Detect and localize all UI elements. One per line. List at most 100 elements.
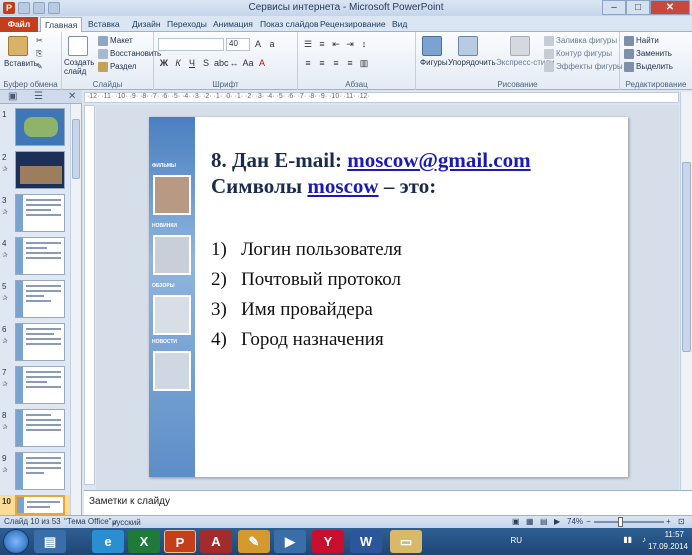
font-color-icon[interactable]: A xyxy=(256,57,268,69)
slide-thumbnail[interactable]: 2 ✰ xyxy=(0,151,70,193)
powerpoint-taskbar-icon[interactable]: P xyxy=(164,530,196,553)
char-spacing-icon[interactable]: ↔ xyxy=(228,57,240,69)
slides-tab-icon[interactable]: ▣ xyxy=(8,91,17,102)
paste-icon[interactable] xyxy=(8,36,28,56)
bold-icon[interactable]: Ж xyxy=(158,57,170,69)
slide-title[interactable]: 8. Дан E-mail: moscow@gmail.com Символы … xyxy=(211,147,621,199)
zoom-in-icon[interactable]: + xyxy=(666,517,671,526)
tab-view[interactable]: Вид xyxy=(388,17,411,32)
font-name-dropdown[interactable] xyxy=(158,38,224,51)
section-button[interactable]: Раздел xyxy=(98,62,136,72)
shadow-icon[interactable]: S xyxy=(200,57,212,69)
align-right-icon[interactable]: ≡ xyxy=(330,57,342,69)
tab-slideshow[interactable]: Показ слайдов xyxy=(256,17,323,32)
align-center-icon[interactable]: ≡ xyxy=(316,57,328,69)
file-explorer-icon[interactable]: ▤ xyxy=(34,530,66,553)
slide-thumbnail[interactable]: 1 xyxy=(0,108,70,150)
tab-home[interactable]: Главная xyxy=(40,17,83,32)
columns-icon[interactable]: ▥ xyxy=(358,57,370,69)
clock-time[interactable]: 11:57 xyxy=(665,530,684,539)
new-slide-icon[interactable] xyxy=(68,36,88,56)
input-language[interactable]: RU xyxy=(510,536,522,545)
copy-icon[interactable]: ⎘ xyxy=(36,49,42,59)
slide-thumbnail[interactable]: 4 ✰ xyxy=(0,237,70,279)
paste-button[interactable]: Вставить xyxy=(4,59,38,68)
tab-insert[interactable]: Вставка xyxy=(84,17,124,32)
italic-icon[interactable]: К xyxy=(172,57,184,69)
clock-date[interactable]: 17.09.2014 xyxy=(648,542,688,551)
slide-thumbnail[interactable]: 9 ✰ xyxy=(0,452,70,494)
zoom-slider[interactable] xyxy=(594,521,664,523)
zoom-slider-knob[interactable] xyxy=(618,517,623,527)
tab-animations[interactable]: Анимация xyxy=(209,17,257,32)
tab-transitions[interactable]: Переходы xyxy=(163,17,211,32)
arrange-icon[interactable] xyxy=(458,36,478,56)
shrink-font-icon[interactable]: a xyxy=(266,38,278,50)
reading-view-icon[interactable]: ▤ xyxy=(540,517,548,526)
access-icon[interactable]: A xyxy=(200,530,232,553)
fit-slide-icon[interactable]: ⊡ xyxy=(678,517,685,526)
format-painter-icon[interactable]: ✎ xyxy=(36,62,43,71)
shapes-icon[interactable] xyxy=(422,36,442,56)
slide-thumbnail[interactable]: 7 ✰ xyxy=(0,366,70,408)
thumbnail-scrollbar[interactable] xyxy=(70,104,81,515)
reset-button[interactable]: Восстановить xyxy=(98,49,161,59)
new-slide-button[interactable]: Создать слайд xyxy=(64,58,94,76)
underline-icon[interactable]: Ч xyxy=(186,57,198,69)
zoom-out-icon[interactable]: − xyxy=(586,517,591,526)
slide-thumbnail[interactable]: 8 ✰ xyxy=(0,409,70,451)
slide-canvas[interactable]: ФИЛЬМЫ НОВИНКИ ОБЗОРЫ НОВОСТИ 8. Дан E-m… xyxy=(149,117,628,477)
select-button[interactable]: Выделить xyxy=(624,62,673,72)
word-icon[interactable]: W xyxy=(350,530,382,553)
grow-font-icon[interactable]: A xyxy=(252,38,264,50)
editor-scrollbar[interactable] xyxy=(680,92,692,490)
slide-thumbnail-selected[interactable]: 10 xyxy=(0,495,70,515)
change-case-icon[interactable]: Aa xyxy=(242,57,254,69)
editor-scrollbar-thumb[interactable] xyxy=(682,162,691,352)
excel-icon[interactable]: X xyxy=(128,530,160,553)
paint-icon[interactable]: ✎ xyxy=(238,530,270,553)
close-panel-icon[interactable]: ✕ xyxy=(68,91,76,102)
cut-icon[interactable]: ✂ xyxy=(36,36,43,45)
media-player-icon[interactable]: ▶ xyxy=(274,530,306,553)
zoom-level[interactable]: 74% xyxy=(567,517,583,526)
shapes-button[interactable]: Фигуры xyxy=(420,58,448,67)
slide-thumbnail[interactable]: 5 ✰ xyxy=(0,280,70,322)
folder-icon[interactable]: ▭ xyxy=(390,530,422,553)
layout-button[interactable]: Макет xyxy=(98,36,133,46)
notes-pane[interactable]: Заметки к слайду xyxy=(84,490,692,515)
outline-tab-icon[interactable]: ☰ xyxy=(34,91,43,102)
normal-view-icon[interactable]: ▣ xyxy=(512,517,520,526)
tab-review[interactable]: Рецензирование xyxy=(316,17,390,32)
font-size-dropdown[interactable]: 40 xyxy=(226,38,250,51)
arrange-button[interactable]: Упорядочить xyxy=(448,58,496,67)
minimize-button[interactable]: – xyxy=(602,0,626,15)
replace-button[interactable]: Заменить xyxy=(624,49,672,59)
slide-thumbnail[interactable]: 3 ✰ xyxy=(0,194,70,236)
strikethrough-icon[interactable]: abc xyxy=(214,57,229,69)
answer-options-list[interactable]: 1) Логин пользователя 2) Почтовый протокол… xyxy=(211,235,402,355)
shape-fill-button[interactable]: Заливка фигуры xyxy=(544,36,617,46)
quick-styles-icon[interactable] xyxy=(510,36,530,56)
numbering-icon[interactable]: ≡ xyxy=(316,38,328,50)
close-button[interactable]: ✕ xyxy=(650,0,690,15)
align-left-icon[interactable]: ≡ xyxy=(302,57,314,69)
slide-thumbnail[interactable]: 6 ✰ xyxy=(0,323,70,365)
maximize-button[interactable]: □ xyxy=(626,0,650,15)
bullets-icon[interactable]: ☰ xyxy=(302,38,314,50)
volume-icon[interactable]: ♪ xyxy=(642,535,646,544)
tab-design[interactable]: Дизайн xyxy=(128,17,165,32)
find-button[interactable]: Найти xyxy=(624,36,659,46)
internet-explorer-icon[interactable]: e xyxy=(92,530,124,553)
yandex-browser-icon[interactable]: Y xyxy=(312,530,344,553)
shape-outline-button[interactable]: Контур фигуры xyxy=(544,49,612,59)
email-link[interactable]: moscow@gmail.com xyxy=(347,148,530,172)
sorter-view-icon[interactable]: ▦ xyxy=(526,517,534,526)
slideshow-view-icon[interactable]: ▶ xyxy=(554,517,560,526)
tab-file[interactable]: Файл xyxy=(0,17,38,32)
justify-icon[interactable]: ≡ xyxy=(344,57,356,69)
line-spacing-icon[interactable]: ↕ xyxy=(358,38,370,50)
shape-effects-button[interactable]: Эффекты фигуры xyxy=(544,62,623,72)
network-icon[interactable]: ▮▮ xyxy=(623,535,632,544)
decrease-indent-icon[interactable]: ⇤ xyxy=(330,38,342,50)
